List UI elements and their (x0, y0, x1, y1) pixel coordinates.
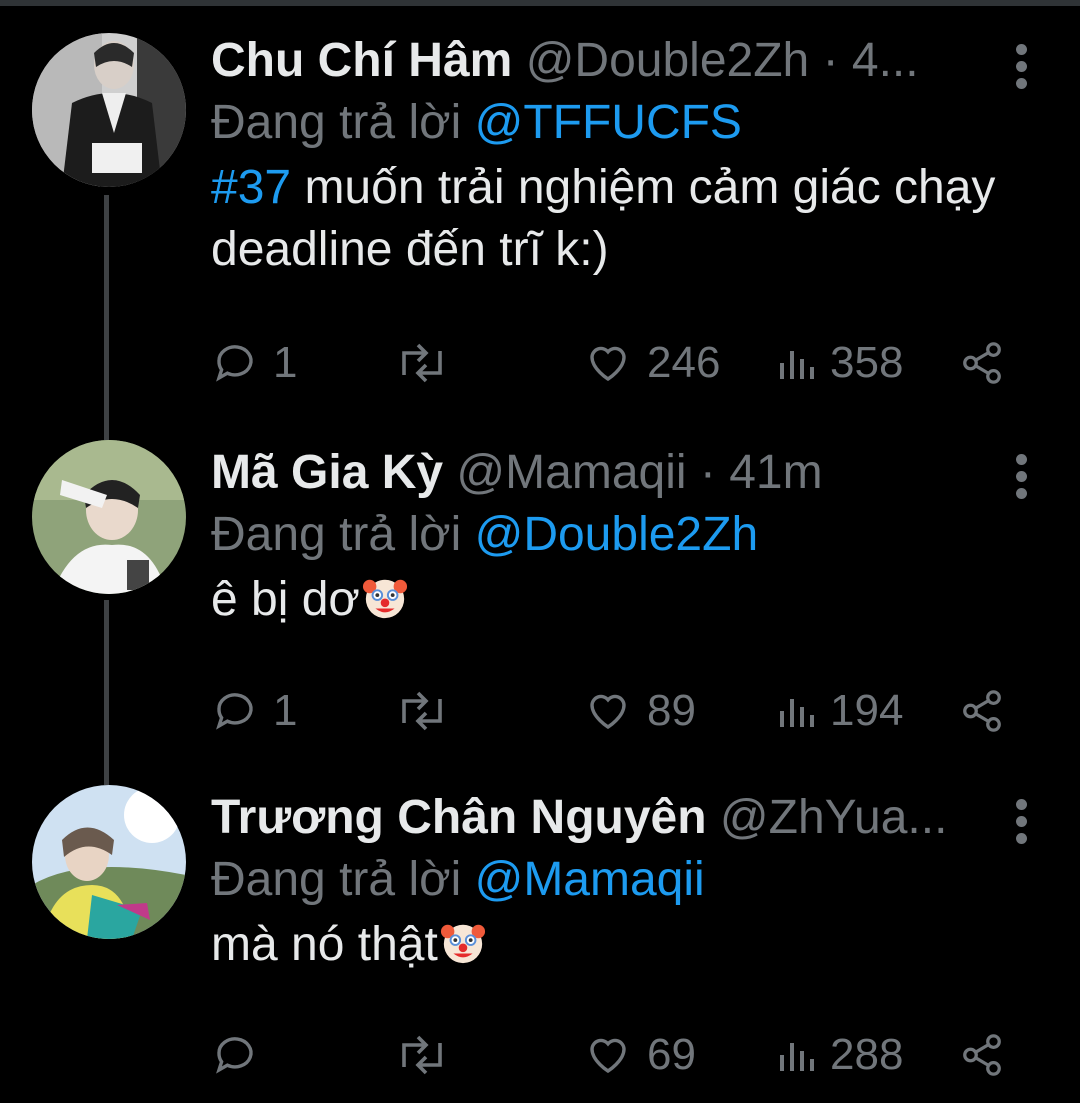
views-button[interactable]: 288 (776, 1027, 903, 1083)
reply-context: Đang trả lời @Mamaqii (211, 849, 1010, 911)
clown-face-icon (362, 579, 407, 619)
views-button[interactable]: 358 (776, 335, 903, 391)
display-name[interactable]: Chu Chí Hâm (211, 34, 512, 87)
share-icon (963, 1034, 1001, 1076)
retweet-icon (402, 1035, 442, 1075)
views-count: 288 (830, 1030, 904, 1079)
views-button[interactable]: 194 (776, 683, 903, 739)
reply-icon (216, 345, 253, 382)
reply-context: Đang trả lời @TFFUCFS (211, 92, 1010, 154)
more-icon[interactable] (1016, 454, 1028, 505)
reply-context: Đang trả lời @Double2Zh (211, 504, 1010, 566)
retweet-button[interactable] (394, 683, 464, 739)
avatar[interactable] (32, 785, 186, 939)
timestamp[interactable]: · 4... (823, 34, 919, 87)
thread-connector (104, 195, 109, 440)
views-count: 358 (830, 338, 904, 387)
like-button[interactable]: 246 (583, 335, 720, 391)
action-bar: 1 246 358 (211, 335, 1011, 391)
tweet-header: Trương Chân Nguyên @ZhYua... (211, 787, 1010, 849)
like-icon (590, 346, 626, 382)
reply-count: 1 (273, 686, 298, 735)
user-handle[interactable]: @Double2Zh (526, 34, 810, 87)
tweet-text: mà nó thật (211, 914, 1010, 976)
avatar[interactable] (32, 440, 186, 594)
hashtag[interactable]: #37 (211, 161, 291, 214)
reply-prefix: Đang trả lời (211, 96, 462, 149)
reply-count: 1 (273, 338, 298, 387)
reply-prefix: Đang trả lời (211, 508, 462, 561)
avatar[interactable] (32, 33, 186, 187)
like-count: 89 (647, 686, 696, 735)
reply-prefix: Đang trả lời (211, 853, 462, 906)
reply-mention[interactable]: @Mamaqii (475, 853, 705, 906)
action-bar: 1 89 194 (211, 683, 1011, 739)
like-count: 69 (647, 1030, 696, 1079)
tweet-text: ê bị dơ (211, 569, 1010, 631)
reply-icon (216, 1037, 253, 1074)
share-button[interactable] (959, 683, 1005, 739)
share-button[interactable] (959, 1027, 1005, 1083)
more-icon[interactable] (1016, 799, 1028, 850)
like-button[interactable]: 69 (583, 1027, 696, 1083)
tweet-header: Chu Chí Hâm @Double2Zh · 4... (211, 30, 1010, 92)
more-icon[interactable] (1016, 44, 1028, 95)
tweet-body: mà nó thật (211, 918, 438, 971)
share-icon (963, 342, 1001, 384)
like-icon (590, 1038, 626, 1074)
user-handle[interactable]: @ZhYua... (720, 791, 948, 844)
reply-button[interactable]: 1 (211, 335, 297, 391)
reply-icon (216, 693, 253, 730)
views-count: 194 (830, 686, 904, 735)
top-divider (0, 0, 1080, 6)
like-count: 246 (647, 338, 721, 387)
tweet-text: #37 muốn trải nghiệm cảm giác chạy deadl… (211, 157, 1010, 281)
views-icon (780, 351, 814, 379)
retweet-icon (402, 691, 442, 731)
tweet-body: muốn trải nghiệm cảm giác chạy deadline … (211, 161, 996, 276)
views-icon (780, 1043, 814, 1071)
reply-mention[interactable]: @TFFUCFS (475, 96, 742, 149)
clown-face-icon (440, 924, 485, 964)
share-icon (963, 690, 1001, 732)
share-button[interactable] (959, 335, 1005, 391)
views-icon (780, 699, 814, 727)
display-name[interactable]: Mã Gia Kỳ (211, 446, 443, 499)
retweet-button[interactable] (394, 335, 464, 391)
reply-mention[interactable]: @Double2Zh (475, 508, 759, 561)
like-icon (590, 694, 626, 730)
user-handle[interactable]: @Mamaqii (456, 446, 686, 499)
timestamp[interactable]: · 41m (700, 446, 823, 499)
action-bar: 69 288 (211, 1027, 1011, 1083)
tweet-body: ê bị dơ (211, 573, 360, 626)
reply-button[interactable]: 1 (211, 683, 297, 739)
like-button[interactable]: 89 (583, 683, 696, 739)
thread-connector (104, 600, 109, 785)
reply-button[interactable] (211, 1027, 273, 1083)
retweet-button[interactable] (394, 1027, 464, 1083)
retweet-icon (402, 343, 442, 383)
display-name[interactable]: Trương Chân Nguyên (211, 791, 707, 844)
tweet-header: Mã Gia Kỳ @Mamaqii · 41m (211, 442, 1010, 504)
